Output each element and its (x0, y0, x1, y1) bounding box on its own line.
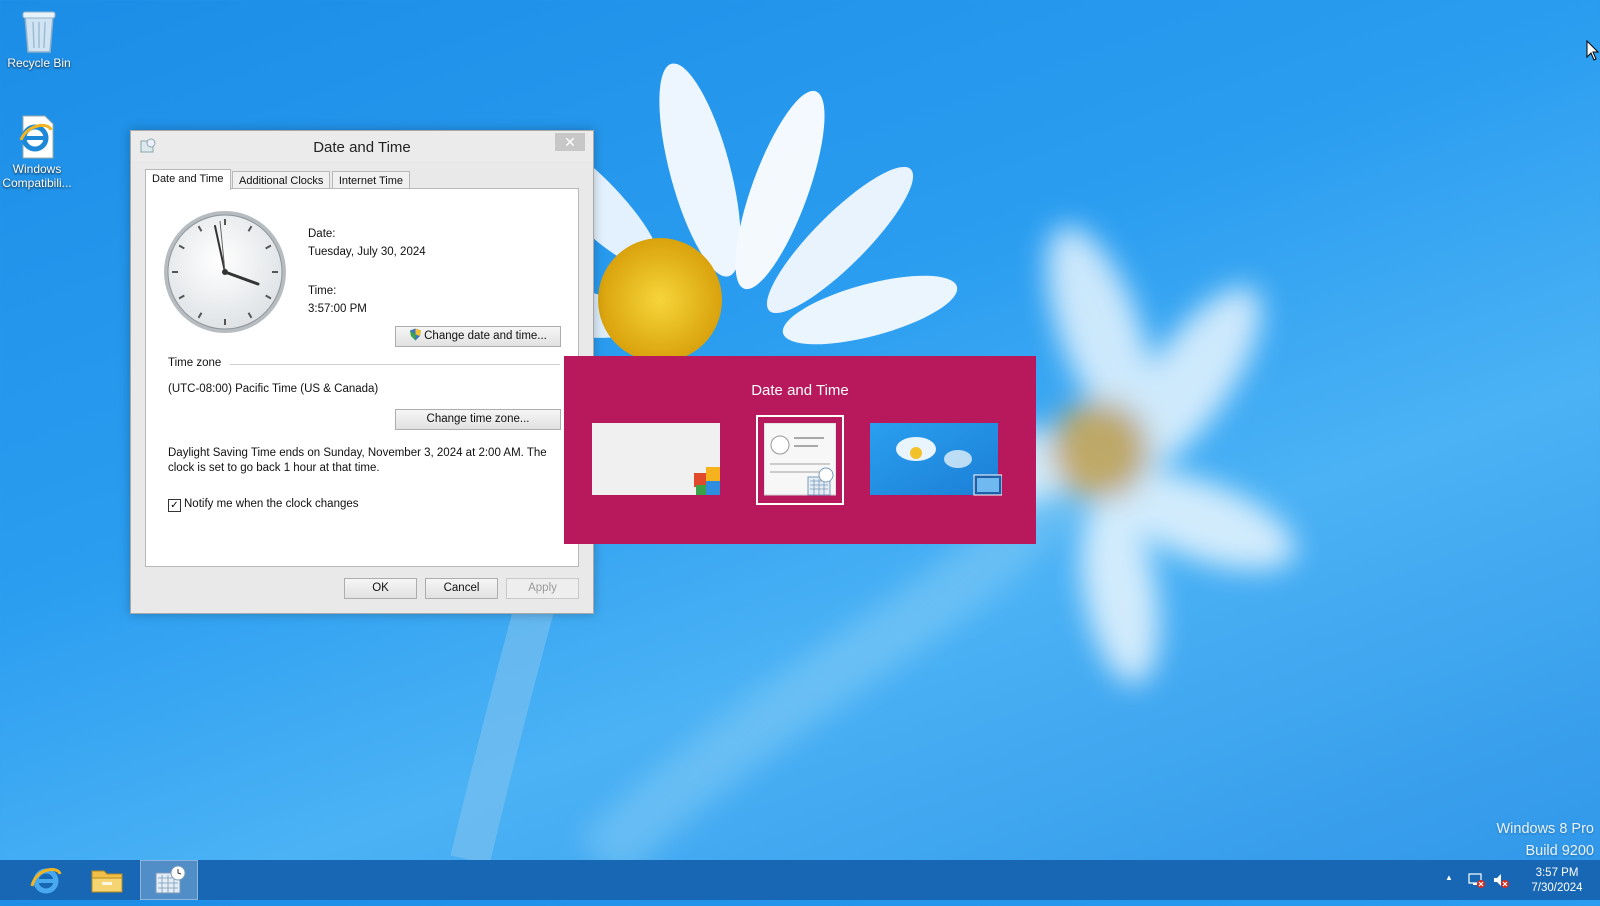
mouse-cursor-icon (1586, 40, 1600, 61)
recycle-bin-icon (19, 8, 59, 53)
task-switcher: Date and Time (564, 356, 1036, 544)
change-time-zone-button[interactable]: Change time zone... (395, 409, 561, 430)
date-time-app-icon (155, 865, 186, 894)
windows-compatibility-desktop-icon[interactable]: Windows Compatibili... (0, 114, 74, 190)
dst-notice-line-2: clock is set to go back 1 hour at that t… (168, 462, 380, 474)
switcher-thumb-control-panel[interactable] (592, 423, 720, 497)
change-date-and-time-button[interactable]: Change date and time... (395, 326, 561, 347)
taskbar-internet-explorer[interactable] (16, 860, 74, 900)
date-value: Tuesday, July 30, 2024 (308, 246, 426, 258)
watermark-build: Build 9200 (1525, 843, 1594, 859)
dialog-title-bar[interactable]: Date and Time ✕ (131, 131, 593, 161)
date-label: Date: (308, 228, 336, 240)
watermark-edition: Windows 8 Pro (1496, 821, 1594, 837)
time-zone-divider (230, 364, 560, 365)
tab-strip: Date and Time Additional Clocks Internet… (145, 169, 411, 190)
switcher-thumb-date-and-time[interactable] (756, 415, 844, 505)
notify-checkbox[interactable]: ✓ (168, 499, 181, 512)
uac-shield-icon (410, 328, 422, 341)
time-value: 3:57:00 PM (308, 303, 367, 315)
switcher-title: Date and Time (751, 382, 849, 399)
show-hidden-icons-button[interactable]: ▲ (1445, 873, 1453, 882)
time-label: Time: (308, 285, 337, 297)
taskbar: ▲ 3:57 PM 7/30/2024 (0, 860, 1600, 900)
desktop-monitor-icon (973, 474, 1003, 496)
ok-button[interactable]: OK (344, 578, 417, 599)
file-explorer-folder-icon (91, 870, 123, 893)
internet-explorer-icon (30, 868, 62, 894)
clock-date: 7/30/2024 (1531, 882, 1583, 894)
taskbar-clock[interactable]: 3:57 PM 7/30/2024 (1522, 866, 1592, 896)
taskbar-file-explorer[interactable] (78, 860, 136, 900)
internet-explorer-document-icon (17, 114, 57, 159)
volume-muted-icon[interactable] (1492, 872, 1510, 888)
windows-version-watermark: Windows 8 Pro Build 9200 (1496, 818, 1594, 862)
notify-checkbox-label[interactable]: Notify me when the clock changes (184, 498, 359, 510)
apply-button[interactable]: Apply (506, 578, 579, 599)
date-and-time-dialog: Date and Time ✕ Date and Time Additional… (130, 130, 594, 614)
time-zone-value: (UTC-08:00) Pacific Time (US & Canada) (168, 383, 379, 395)
switcher-thumb-desktop[interactable] (870, 423, 1003, 497)
tab-date-and-time[interactable]: Date and Time (145, 169, 231, 190)
change-date-and-time-label: Change date and time... (424, 330, 547, 342)
recycle-bin-label: Recycle Bin (7, 56, 71, 70)
analog-clock-icon (164, 211, 286, 333)
time-zone-header: Time zone (168, 357, 222, 369)
recycle-bin-desktop-icon[interactable]: Recycle Bin (2, 8, 76, 70)
taskbar-date-and-time[interactable] (140, 860, 198, 900)
windows-compatibility-label: Windows Compatibili... (2, 162, 72, 190)
clock-time: 3:57 PM (1535, 867, 1579, 879)
cancel-button[interactable]: Cancel (425, 578, 498, 599)
dialog-title: Date and Time (313, 139, 411, 156)
date-time-panel: Date: Tuesday, July 30, 2024 Time: 3:57:… (145, 188, 579, 567)
network-disconnected-icon[interactable] (1468, 872, 1486, 888)
dst-notice-line-1: Daylight Saving Time ends on Sunday, Nov… (168, 447, 547, 459)
close-button[interactable]: ✕ (555, 133, 585, 151)
